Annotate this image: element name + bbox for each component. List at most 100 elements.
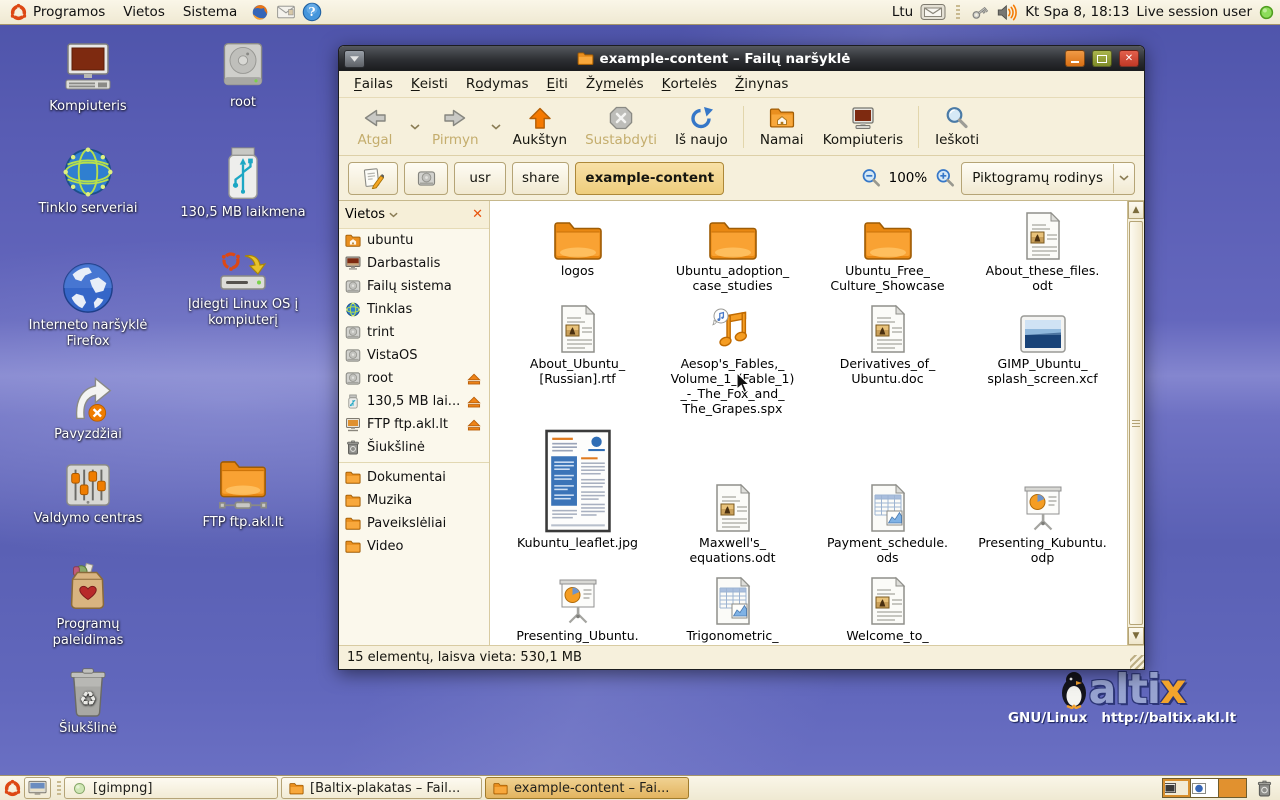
applet-handle[interactable] (956, 5, 960, 19)
filesystem-root-button[interactable] (404, 162, 448, 195)
toolbar-atgal[interactable]: Atgal (343, 102, 407, 151)
workspace-1[interactable] (1163, 779, 1190, 797)
desktop-icon-pavyzdžiai[interactable]: Pavyzdžiai (22, 372, 154, 443)
mail-launcher[interactable] (276, 2, 296, 22)
keyboard-indicator-icon[interactable] (920, 3, 946, 21)
desktop-icon-kompiuteris[interactable]: Kompiuteris (22, 40, 154, 115)
file-item[interactable]: Trigonometric_functions.xls (655, 574, 810, 645)
toolbar-kompiuteris[interactable]: Kompiuteris (814, 102, 912, 151)
menubar-kortelės[interactable]: Kortelės (653, 71, 726, 97)
sidebar-item-video[interactable]: Video (339, 535, 489, 558)
toolbar-aukštyn[interactable]: Aukštyn (504, 102, 576, 151)
user-switcher[interactable]: Live session user (1136, 4, 1252, 20)
sidebar-item-ftp-ftp-akl-lt[interactable]: FTP ftp.akl.lt (339, 413, 489, 436)
scrollbar-thumb[interactable] (1129, 221, 1143, 625)
sidebar-item-tinklas[interactable]: Tinklas (339, 298, 489, 321)
sidebar-item-muzika[interactable]: Muzika (339, 489, 489, 512)
menubar-failas[interactable]: Failas (345, 71, 402, 97)
toolbar-namai[interactable]: Namai (750, 102, 814, 151)
file-item[interactable]: Derivatives_of_Ubuntu.doc (810, 302, 965, 416)
window-menu-button[interactable] (344, 50, 365, 68)
path-button-usr[interactable]: usr (454, 162, 506, 195)
menubar-žinynas[interactable]: Žinynas (726, 71, 797, 97)
menu-programos[interactable]: Programos (0, 0, 114, 24)
zoom-out-icon[interactable] (861, 168, 881, 188)
scroll-up-icon[interactable]: ▲ (1128, 201, 1144, 219)
workspace-2[interactable] (1190, 779, 1219, 797)
sidebar-item-darbastalis[interactable]: Darbastalis (339, 252, 489, 275)
maximize-button[interactable] (1092, 50, 1112, 67)
volume-speaker-icon[interactable] (996, 3, 1018, 22)
toolbar-pirmyn-dropdown[interactable] (488, 107, 504, 147)
sidebar-item-root[interactable]: root (339, 367, 489, 390)
menubar-eiti[interactable]: Eiti (538, 71, 577, 97)
desktop-icon-valdymo-centras[interactable]: Valdymo centras (22, 462, 154, 527)
toolbar-iš-naujo[interactable]: Iš naujo (666, 102, 737, 151)
task-button-3[interactable]: example-content – Fai... (485, 777, 689, 799)
sidebar-close-icon[interactable]: ✕ (472, 207, 483, 222)
toolbar-pirmyn[interactable]: Pirmyn (423, 102, 488, 151)
file-item[interactable]: Kubuntu_leaflet.jpg (500, 425, 655, 565)
desktop-icon-tinklo-serveriai[interactable]: Tinklo serveriai (22, 146, 154, 217)
vertical-scrollbar[interactable]: ▲ ▼ (1127, 201, 1144, 645)
show-desktop-button[interactable] (24, 777, 51, 799)
workspace-3[interactable] (1219, 779, 1246, 797)
file-item[interactable]: logos (500, 209, 655, 293)
chevron-down-icon[interactable] (389, 212, 398, 218)
ubuntu-menu-icon[interactable] (3, 779, 22, 798)
sidebar-item-ubuntu[interactable]: ubuntu (339, 229, 489, 252)
menu-sistema[interactable]: Sistema (174, 0, 246, 24)
eject-icon[interactable] (467, 419, 481, 431)
sidebar-item-šiukšlinė[interactable]: Šiukšlinė (339, 436, 489, 459)
file-item[interactable]: Payment_schedule.ods (810, 425, 965, 565)
clock[interactable]: Kt Spa 8, 18:13 (1025, 4, 1129, 20)
toolbar-sustabdyti[interactable]: Sustabdyti (576, 102, 666, 151)
desktop-icon-130-5-mb-laikmena[interactable]: 130,5 MB laikmena (177, 146, 309, 221)
minimize-button[interactable] (1065, 50, 1085, 67)
task-button-2[interactable]: [Baltix-plakatas – Fail... (281, 777, 482, 799)
sidebar-item-failų-sistema[interactable]: Failų sistema (339, 275, 489, 298)
desktop-icon-interneto-naršyklė-firefox[interactable]: Interneto naršyklėFirefox (22, 261, 154, 350)
desktop-icon-įdiegti-linux-os-į-kompiuterį[interactable]: Įdiegti Linux OS įkompiuterį (177, 250, 309, 329)
view-mode-select[interactable]: Piktogramų rodinys (961, 162, 1135, 195)
titlebar[interactable]: example-content – Failų naršyklė ✕ (339, 46, 1144, 71)
file-item[interactable]: Welcome_to_Ubuntu.odt (810, 574, 965, 645)
sidebar-item-vistaos[interactable]: VistaOS (339, 344, 489, 367)
file-item[interactable]: Ubuntu_Free_Culture_Showcase (810, 209, 965, 293)
edit-location-button[interactable] (348, 162, 398, 195)
task-button-1[interactable]: [gimpng] (64, 777, 278, 799)
resize-grip[interactable] (1130, 655, 1144, 669)
desktop-icon-root[interactable]: root (177, 40, 309, 111)
eject-icon[interactable] (467, 373, 481, 385)
toolbar-ieškoti[interactable]: Ieškoti (925, 102, 989, 151)
file-item[interactable]: Presenting_Kubuntu.odp (965, 425, 1120, 565)
eject-icon[interactable] (467, 396, 481, 408)
file-item[interactable]: About_these_files.odt (965, 209, 1120, 293)
firefox-launcher[interactable] (250, 2, 270, 22)
desktop-icon-ftp-ftp-akl-lt[interactable]: FTP ftp.akl.lt (177, 460, 309, 531)
sidebar-item-trint[interactable]: trint (339, 321, 489, 344)
sidebar-title[interactable]: Vietos (345, 207, 385, 222)
path-button-share[interactable]: share (512, 162, 569, 195)
sidebar-item-dokumentai[interactable]: Dokumentai (339, 466, 489, 489)
menubar-žymelės[interactable]: Žymelės (577, 71, 653, 97)
keyboard-layout-indicator[interactable]: Ltu (892, 4, 913, 20)
menubar-keisti[interactable]: Keisti (402, 71, 457, 97)
path-button-example-content[interactable]: example-content (575, 162, 724, 195)
desktop-icon-šiukšlinė[interactable]: ♻Šiukšlinė (22, 664, 154, 737)
close-button[interactable]: ✕ (1119, 50, 1139, 67)
scroll-down-icon[interactable]: ▼ (1128, 627, 1144, 645)
file-item[interactable]: Maxwell's_equations.odt (655, 425, 810, 565)
applet-handle[interactable] (57, 781, 61, 795)
toolbar-atgal-dropdown[interactable] (407, 107, 423, 147)
menu-vietos[interactable]: Vietos (114, 0, 174, 24)
file-item[interactable]: Aesop's_Fables,_Volume_1_(Fable_1)_-_The… (655, 302, 810, 416)
user-presence-icon[interactable] (1259, 5, 1274, 20)
file-item[interactable]: About_Ubuntu_[Russian].rtf (500, 302, 655, 416)
menubar-rodymas[interactable]: Rodymas (457, 71, 538, 97)
zoom-in-icon[interactable] (935, 168, 955, 188)
sidebar-item-130-5-mb-lai[interactable]: 130,5 MB lai... (339, 390, 489, 413)
desktop-icon-programų-paleidimas[interactable]: Programųpaleidimas (22, 560, 154, 649)
file-item[interactable]: GIMP_Ubuntu_splash_screen.xcf (965, 302, 1120, 416)
help-launcher[interactable]: ? (302, 2, 322, 22)
